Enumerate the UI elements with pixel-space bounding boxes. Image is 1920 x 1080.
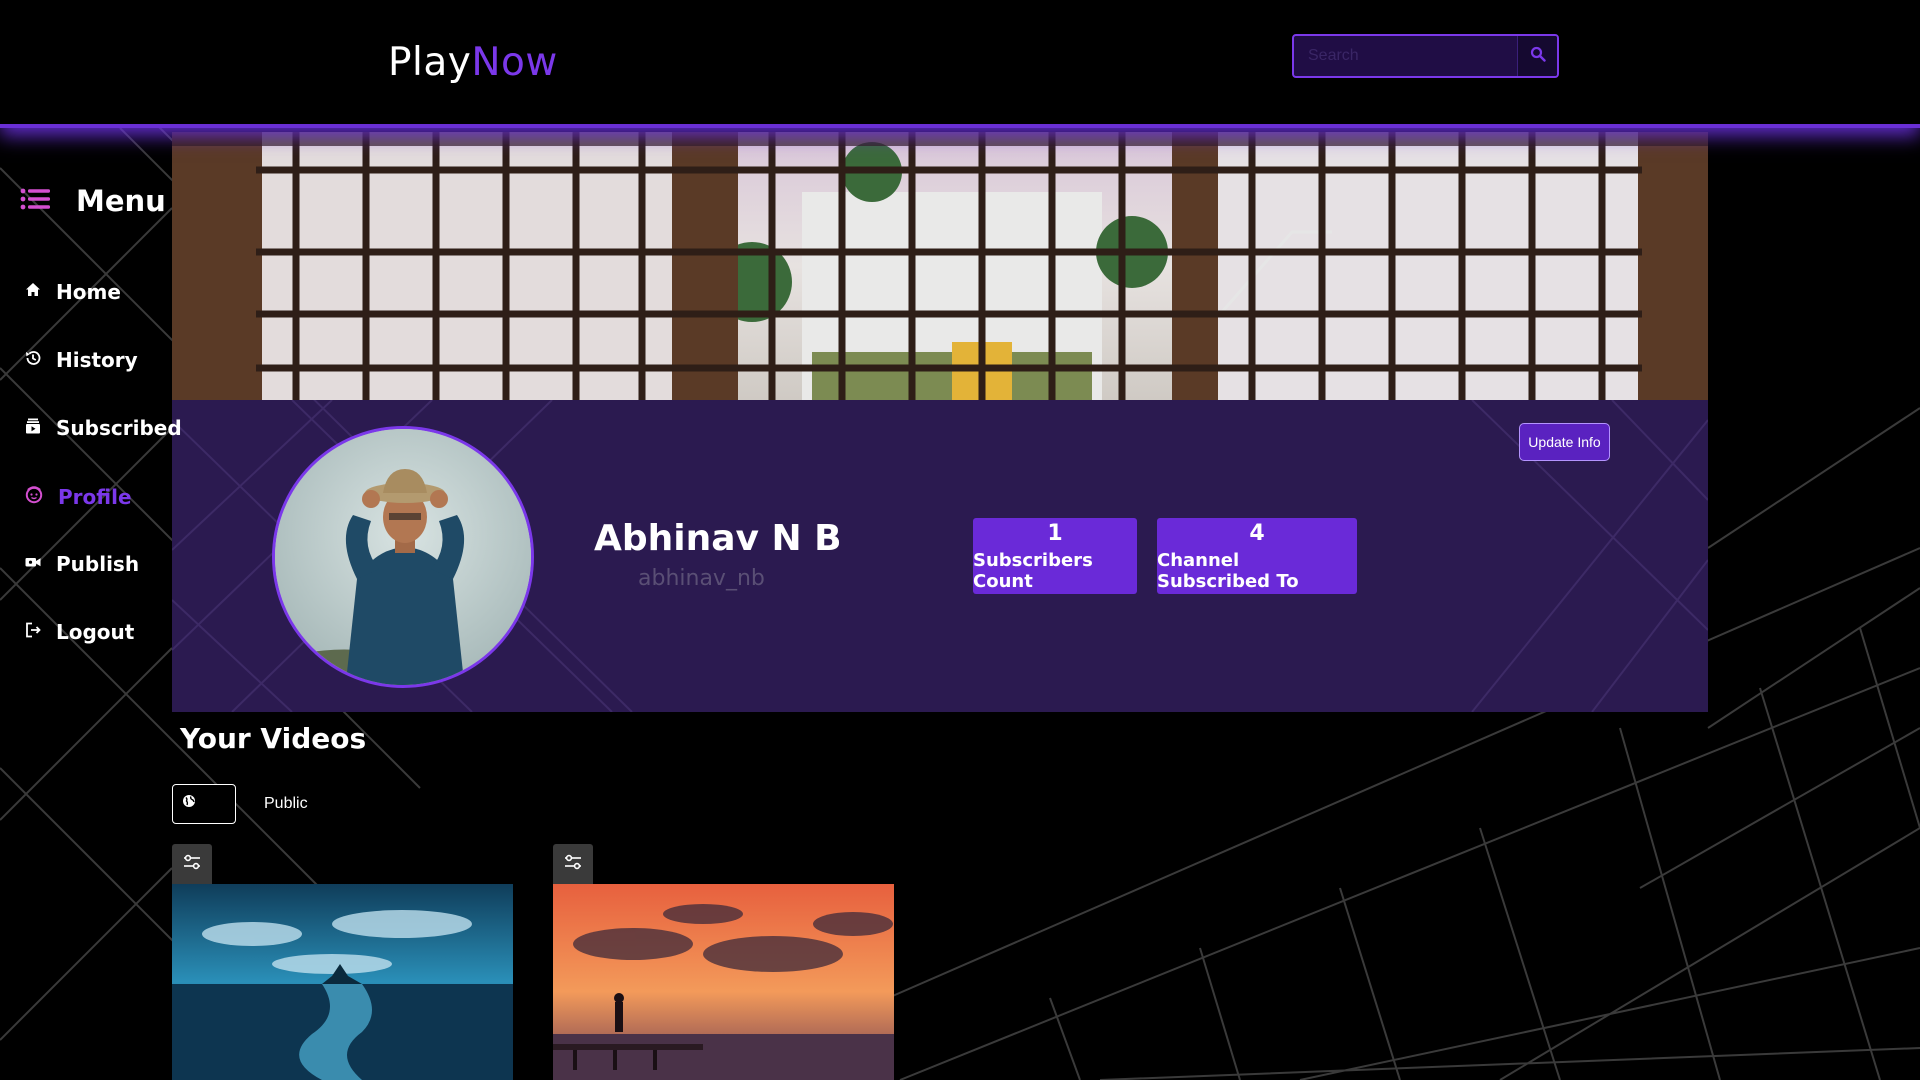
visibility-filter-toggle[interactable] bbox=[172, 784, 236, 824]
search-input[interactable] bbox=[1294, 36, 1517, 76]
sidebar-item-label: History bbox=[56, 348, 138, 372]
history-icon bbox=[24, 348, 42, 372]
sidebar-item-label: Publish bbox=[56, 552, 140, 576]
subscriptions-icon bbox=[24, 416, 42, 440]
profile-avatar bbox=[272, 426, 534, 688]
video-thumbnail[interactable] bbox=[172, 884, 513, 1080]
sidebar-item-subscribed[interactable]: Subscribed bbox=[24, 416, 182, 440]
sidebar-item-publish[interactable]: Publish bbox=[24, 552, 139, 576]
sidebar-item-label: Logout bbox=[56, 620, 135, 644]
sliders-icon bbox=[563, 852, 583, 876]
search-bar bbox=[1292, 34, 1559, 78]
search-icon bbox=[1530, 46, 1546, 66]
list-icon bbox=[20, 187, 52, 215]
video-settings-button[interactable] bbox=[553, 844, 593, 884]
sidebar-item-logout[interactable]: Logout bbox=[24, 620, 134, 644]
profile-card: Abhinav N B abhinav_nb 1 Subscribers Cou… bbox=[172, 400, 1708, 712]
search-button[interactable] bbox=[1517, 36, 1557, 76]
subscribers-count-badge: 1 Subscribers Count bbox=[973, 518, 1137, 594]
sidebar-item-label: Home bbox=[56, 280, 121, 304]
video-settings-button[interactable] bbox=[172, 844, 212, 884]
subscribers-count-label: Subscribers Count bbox=[973, 549, 1093, 592]
your-videos-heading: Your Videos bbox=[180, 722, 367, 755]
sidebar-item-label: Subscribed bbox=[56, 416, 182, 440]
logo-play-text: Play bbox=[388, 40, 472, 85]
profile-handle: abhinav_nb bbox=[638, 566, 765, 591]
sidebar-item-label: Profile bbox=[58, 484, 132, 509]
profile-face-icon bbox=[24, 484, 44, 509]
logo-now-text: Now bbox=[471, 40, 558, 85]
sidebar-item-profile[interactable]: Profile bbox=[24, 484, 132, 509]
video-thumbnail[interactable] bbox=[553, 884, 894, 1080]
visibility-filter-label: Public bbox=[264, 795, 308, 812]
channel-banner-image bbox=[172, 132, 1708, 400]
channels-subscribed-badge: 4 Channel Subscribed To bbox=[1157, 518, 1357, 594]
sidebar-item-home[interactable]: Home bbox=[24, 280, 121, 304]
home-icon bbox=[24, 280, 42, 304]
sliders-icon bbox=[182, 852, 202, 876]
channels-subscribed-label: Channel Subscribed To bbox=[1157, 549, 1299, 592]
logout-icon bbox=[24, 620, 42, 644]
menu-header[interactable]: Menu bbox=[20, 184, 166, 218]
sidebar: Menu Home History Subscribed Profile Pub… bbox=[0, 132, 182, 1080]
update-info-button[interactable]: Update Info bbox=[1519, 423, 1610, 461]
globe-icon bbox=[182, 793, 196, 812]
sidebar-item-history[interactable]: History bbox=[24, 348, 138, 372]
app-logo[interactable]: PlayNow bbox=[388, 40, 558, 85]
channels-subscribed-value: 4 bbox=[1249, 520, 1265, 546]
profile-name: Abhinav N B bbox=[594, 518, 842, 559]
menu-label: Menu bbox=[76, 184, 166, 218]
subscribers-count-value: 1 bbox=[1047, 520, 1063, 546]
video-camera-icon bbox=[24, 552, 42, 576]
top-header: PlayNow bbox=[0, 0, 1920, 128]
